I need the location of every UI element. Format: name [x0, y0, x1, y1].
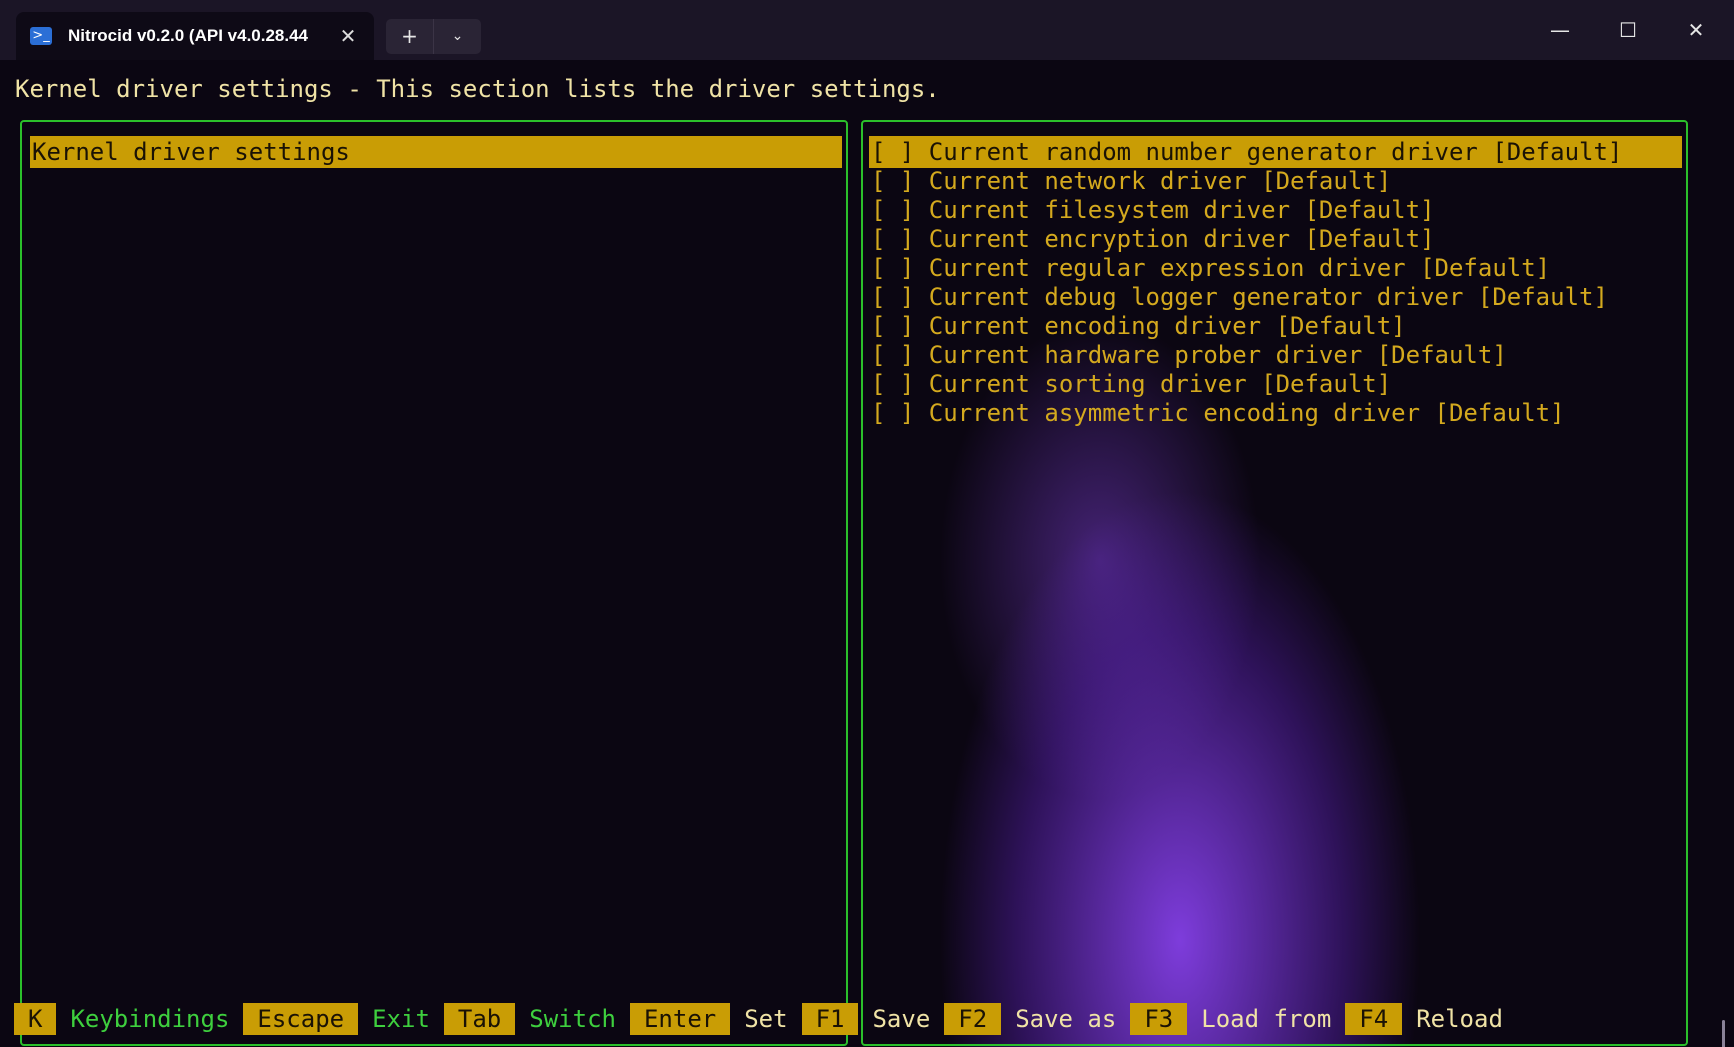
keybinding-label: Exit [372, 1005, 430, 1033]
keybinding-key: F3 [1130, 1003, 1188, 1035]
keybinding-label: Load from [1201, 1005, 1332, 1033]
new-tab-button[interactable]: + [386, 19, 433, 54]
close-window-button[interactable]: ✕ [1668, 10, 1724, 50]
keybinding-key: K [14, 1003, 57, 1035]
keybinding-label: Set [744, 1005, 788, 1033]
chevron-down-icon[interactable]: ⌄ [433, 19, 481, 54]
terminal-area[interactable]: Kernel driver settings - This section li… [0, 60, 1734, 1047]
setting-item[interactable]: [ ] Current regular expression driver [D… [869, 252, 1682, 284]
setting-item[interactable]: [ ] Current hardware prober driver [Defa… [869, 339, 1682, 371]
keybinding-key: F2 [944, 1003, 1002, 1035]
keybinding-label: Switch [529, 1005, 616, 1033]
keybinding-label: Save as [1015, 1005, 1117, 1033]
keybinding-label: Keybindings [70, 1005, 230, 1033]
new-tab-group: + ⌄ [386, 19, 481, 54]
close-tab-icon[interactable]: ✕ [336, 24, 360, 48]
keybinding-label: Save [872, 1005, 931, 1033]
keybindings-bar: K Keybindings Escape Exit Tab Switch Enter Set F… [14, 1002, 1517, 1036]
setting-item[interactable]: [ ] Current random number generator driv… [869, 136, 1682, 168]
title-bar: >_ Nitrocid v0.2.0 (API v4.0.28.44 ✕ + ⌄… [0, 0, 1734, 60]
setting-item[interactable]: [ ] Current sorting driver [Default] [869, 368, 1682, 400]
keybinding-key: F1 [801, 1003, 859, 1035]
terminal-tab[interactable]: >_ Nitrocid v0.2.0 (API v4.0.28.44 ✕ [16, 12, 374, 60]
minimize-button[interactable]: — [1532, 10, 1588, 50]
keybinding-key: Escape [243, 1003, 359, 1035]
settings-pane[interactable]: [ ] Current random number generator driv… [861, 120, 1688, 1046]
powershell-icon: >_ [30, 27, 52, 45]
section-header: Kernel driver settings - This section li… [15, 75, 940, 103]
setting-item[interactable]: [ ] Current asymmetric encoding driver [… [869, 397, 1682, 429]
setting-item[interactable]: [ ] Current debug logger generator drive… [869, 281, 1682, 313]
keybinding-key: Enter [629, 1003, 731, 1035]
keybinding-key: Tab [443, 1003, 516, 1035]
tab-title: Nitrocid v0.2.0 (API v4.0.28.44 [68, 26, 309, 45]
keybinding-label: Reload [1416, 1005, 1503, 1033]
setting-item[interactable]: [ ] Current encoding driver [Default] [869, 310, 1682, 342]
keybinding-key: F4 [1345, 1003, 1403, 1035]
categories-pane[interactable]: Kernel driver settings [20, 120, 848, 1046]
maximize-button[interactable]: ☐ [1600, 10, 1656, 50]
setting-item[interactable]: [ ] Current network driver [Default] [869, 165, 1682, 197]
category-item[interactable]: Kernel driver settings [30, 136, 842, 168]
setting-item[interactable]: [ ] Current encryption driver [Default] [869, 223, 1682, 255]
scrollbar[interactable] [1722, 1020, 1725, 1047]
setting-item[interactable]: [ ] Current filesystem driver [Default] [869, 194, 1682, 226]
